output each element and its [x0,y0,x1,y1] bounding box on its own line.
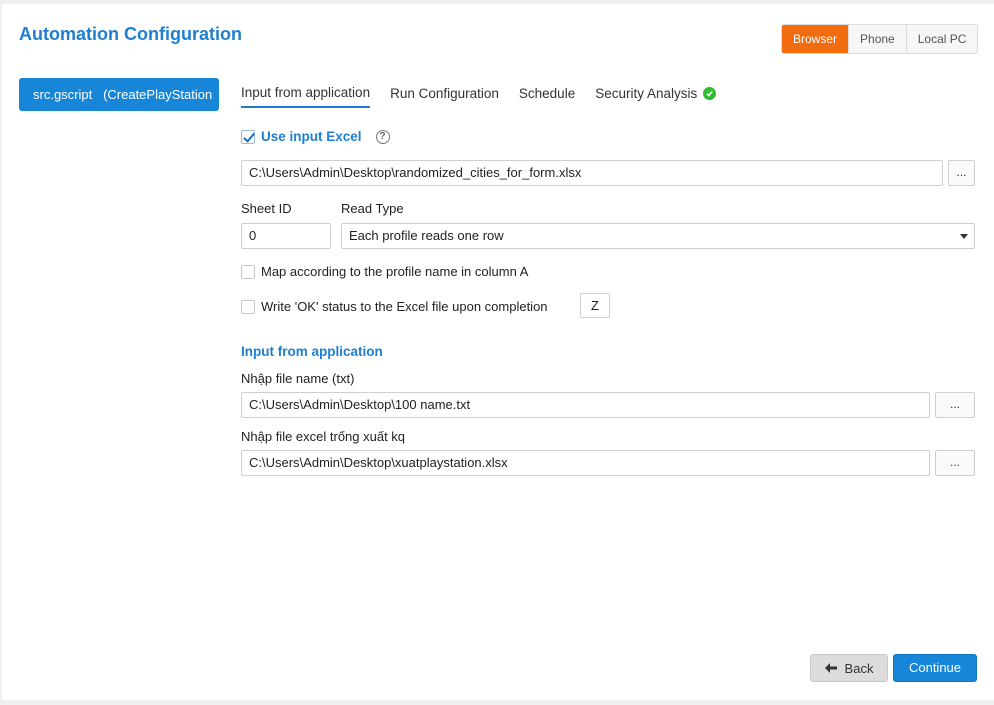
help-icon[interactable]: ? [375,129,390,144]
excel-out-browse-button[interactable]: ... [935,450,975,476]
tab-label: Input from application [241,85,371,100]
config-tabs: Input from application Run Configuration… [241,82,736,108]
back-button[interactable]: Back [810,654,888,682]
write-ok-column-input[interactable]: Z [580,293,610,318]
name-file-label: Nhập file name (txt) [241,371,355,386]
tab-input-from-application[interactable]: Input from application [241,82,371,108]
excel-file-path-input[interactable]: C:\Users\Admin\Desktop\randomized_cities… [241,160,943,186]
tab-run-configuration[interactable]: Run Configuration [390,82,499,108]
excel-out-label: Nhập file excel trống xuất kq [241,429,406,444]
map-profile-checkbox[interactable] [241,264,255,279]
use-input-excel-label: Use input Excel [261,129,362,144]
name-file-path-input[interactable]: C:\Users\Admin\Desktop\100 name.txt [241,392,930,418]
excel-out-path-input[interactable]: C:\Users\Admin\Desktop\xuatplaystation.x… [241,450,930,476]
tab-label: Security Analysis [595,86,698,101]
tab-schedule[interactable]: Schedule [519,82,575,108]
page-title: Automation Configuration [19,24,242,44]
tab-label: Run Configuration [390,86,499,101]
arrow-left-icon [824,661,837,676]
continue-button[interactable]: Continue [893,654,977,682]
write-ok-checkbox[interactable] [241,299,255,314]
map-profile-row: Map according to the profile name in col… [241,264,528,279]
map-profile-label: Map according to the profile name in col… [261,264,529,279]
tab-security-analysis[interactable]: Security Analysis [595,82,717,108]
tab-label: Schedule [518,86,576,101]
write-ok-label: Write 'OK' status to the Excel file upon… [261,299,548,314]
automation-config-window: Automation Configuration Browser Phone L… [2,4,994,700]
mode-phone-button[interactable]: Phone [848,25,906,53]
use-input-excel-checkbox[interactable] [241,129,255,144]
sheet-id-label: Sheet ID [241,201,292,216]
sidebar-script-item[interactable]: src.gscript (CreatePlayStation [19,78,219,111]
mode-local-pc-button[interactable]: Local PC [905,25,978,53]
back-label: Back [844,660,874,676]
read-type-select[interactable]: Each profile reads one row [341,223,975,249]
sheet-id-input[interactable]: 0 [241,223,331,249]
mode-browser-button[interactable]: Browser [782,25,849,53]
excel-browse-button[interactable]: ... [948,160,975,186]
name-file-browse-button[interactable]: ... [935,392,975,418]
check-circle-icon [703,87,717,100]
read-type-value: Each profile reads one row [349,228,504,243]
mode-switcher: Browser Phone Local PC [781,24,979,54]
chevron-down-icon [960,234,968,239]
write-ok-row: Write 'OK' status to the Excel file upon… [241,299,548,314]
app-input-section-title: Input from application [241,344,383,359]
use-input-excel-row: Use input Excel ? [241,129,390,144]
read-type-label: Read Type [341,201,404,216]
